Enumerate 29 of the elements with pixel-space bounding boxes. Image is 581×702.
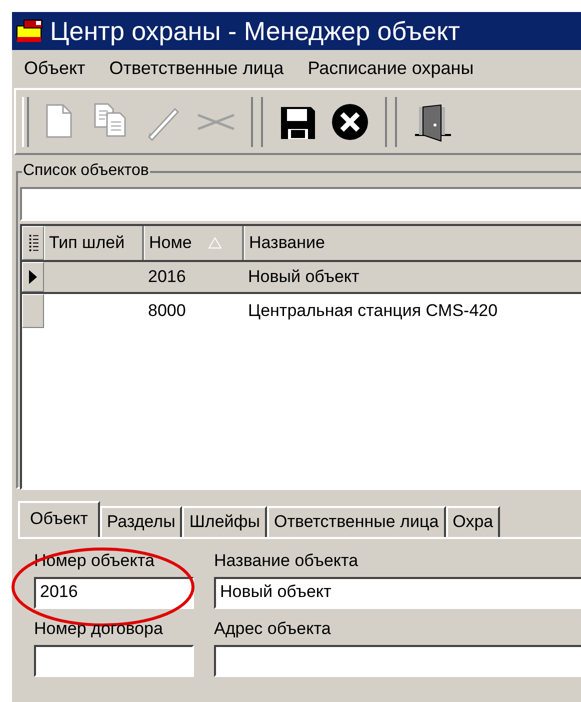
column-chooser-icon[interactable] bbox=[22, 226, 44, 260]
tab[interactable]: Разделы bbox=[100, 506, 182, 537]
toolbar-separator bbox=[385, 96, 397, 146]
table-cell: 8000 bbox=[148, 301, 186, 321]
table-cell: Новый объект bbox=[248, 267, 360, 287]
scissors-icon bbox=[197, 112, 235, 130]
filter-field[interactable] bbox=[20, 187, 581, 221]
toolbar-grip bbox=[22, 96, 29, 146]
menu-item[interactable]: Расписание охраны bbox=[308, 58, 474, 78]
menu-item[interactable]: Ответственные лица bbox=[109, 58, 284, 78]
toolbar-separator bbox=[251, 96, 263, 146]
field-label: Номер договора bbox=[34, 619, 164, 639]
menu-item[interactable]: Объект bbox=[24, 58, 86, 78]
tab[interactable]: Объект bbox=[18, 501, 100, 537]
table-cell: Центральная станция CMS-420 bbox=[248, 301, 498, 321]
window-title: Центр охраны - Менеджер объект bbox=[50, 16, 460, 46]
table-row[interactable]: 8000 Центральная станция CMS-420 bbox=[22, 294, 581, 328]
current-row-icon bbox=[27, 269, 39, 285]
tab[interactable]: Шлейфы bbox=[182, 506, 267, 537]
table-cell: 2016 bbox=[148, 267, 186, 287]
input-field[interactable] bbox=[214, 645, 581, 677]
input-field[interactable] bbox=[34, 645, 194, 677]
input-field[interactable]: 2016 bbox=[34, 577, 194, 609]
table-row[interactable]: 2016 Новый объект bbox=[22, 260, 581, 294]
field-label: Адрес объекта bbox=[214, 619, 332, 639]
field-label: Название объекта bbox=[214, 551, 360, 571]
tab[interactable]: Ответственные лица bbox=[266, 506, 446, 537]
tab[interactable]: Охра bbox=[446, 506, 500, 537]
input-field[interactable]: Новый объект bbox=[214, 577, 581, 609]
